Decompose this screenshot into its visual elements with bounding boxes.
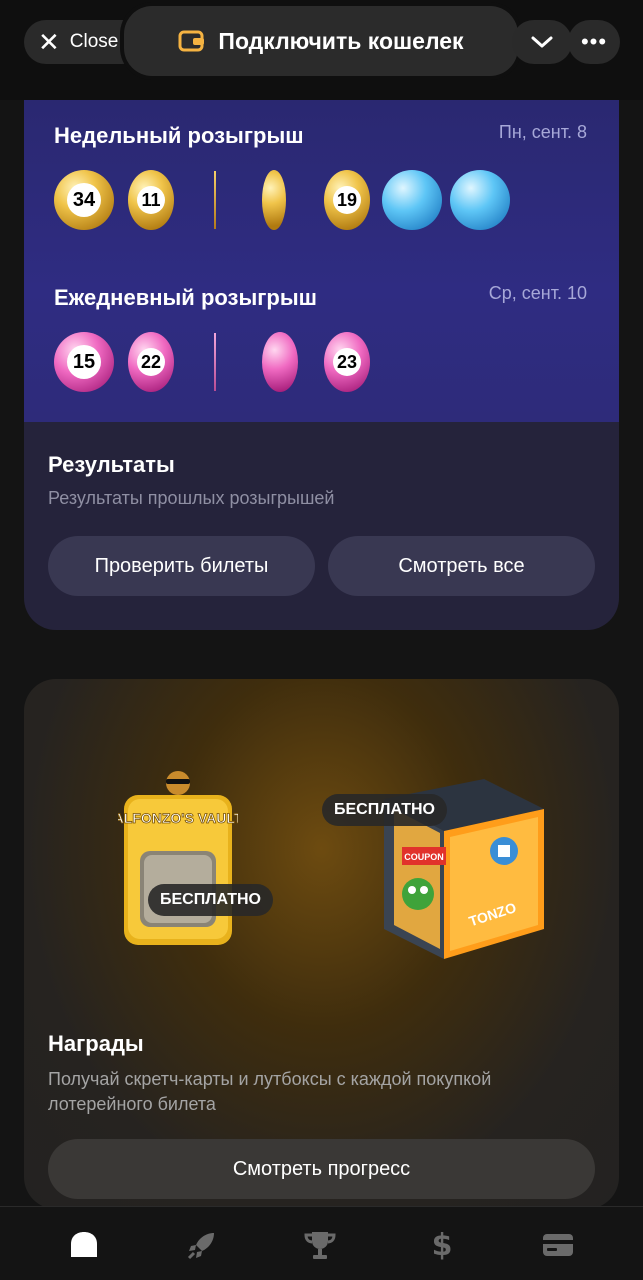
ball-separator [214,171,216,229]
home-icon [71,1232,97,1257]
nav-wallet[interactable] [540,1227,576,1263]
view-all-button[interactable]: Смотреть все [328,536,595,596]
dollar-icon: $ [431,1227,453,1263]
coupon-text: COUPON [404,852,444,862]
collapse-button[interactable] [512,20,572,64]
vault-free-badge: БЕСПЛАТНО [148,884,273,916]
daily-ball: 15 [54,332,114,392]
rewards-card: ALFONZO'S VAULT БЕСПЛАТНО COUPON TONZO Б… [24,679,619,1209]
bottom-nav: $ [0,1206,643,1280]
nav-home[interactable] [66,1227,102,1263]
draws-section: Недельный розыгрыш Пн, сент. 8 34 11 19 … [24,90,619,422]
weekly-draw-date: Пн, сент. 8 [498,122,587,142]
top-bar: ✕ Close Подключить кошелек ••• [0,0,643,100]
nav-winners[interactable] [302,1227,338,1263]
daily-ball [262,332,298,392]
vault-logo-text: ALFONZO'S VAULT [118,810,238,826]
results-title: Результаты [48,452,175,477]
weekly-ball: 19 [324,170,370,230]
weekly-ball: 11 [128,170,174,230]
connect-wallet-label: Подключить кошелек [218,27,464,54]
connect-wallet-button[interactable]: Подключить кошелек [124,6,518,76]
rewards-subtitle: Получай скретч-карты и лутбоксы с каждой… [48,1069,492,1114]
daily-draw-date: Ср, сент. 10 [488,283,587,303]
results-subtitle: Результаты прошлых розыгрышей [48,488,335,508]
wallet-icon [178,30,205,52]
trophy-icon [304,1232,336,1259]
close-label: Close [69,31,119,52]
lottery-card: Недельный розыгрыш Пн, сент. 8 34 11 19 … [24,90,619,630]
close-icon: ✕ [38,27,60,57]
weekly-bonus-ball [382,170,442,230]
nav-earn[interactable]: $ [424,1227,460,1263]
check-tickets-button[interactable]: Проверить билеты [48,536,315,596]
daily-ball: 23 [324,332,370,392]
rocket-icon [187,1233,214,1260]
weekly-draw-title: Недельный розыгрыш [54,123,304,148]
lootbox-free-badge: БЕСПЛАТНО [322,794,447,826]
daily-draw-title: Ежедневный розыгрыш [54,285,317,310]
weekly-bonus-ball [450,170,510,230]
rewards-title: Награды [48,1031,144,1056]
weekly-ball [262,170,286,230]
daily-ball: 22 [128,332,174,392]
more-button[interactable]: ••• [568,20,620,64]
ball-separator [214,333,216,391]
more-icon: ••• [580,29,608,54]
card-icon [543,1234,573,1256]
alfonzo-vault-card[interactable]: ALFONZO'S VAULT [118,769,238,949]
chevron-down-icon [531,36,553,48]
weekly-ball: 34 [54,170,114,230]
view-progress-button[interactable]: Смотреть прогресс [48,1139,595,1199]
nav-launch[interactable] [184,1227,220,1263]
